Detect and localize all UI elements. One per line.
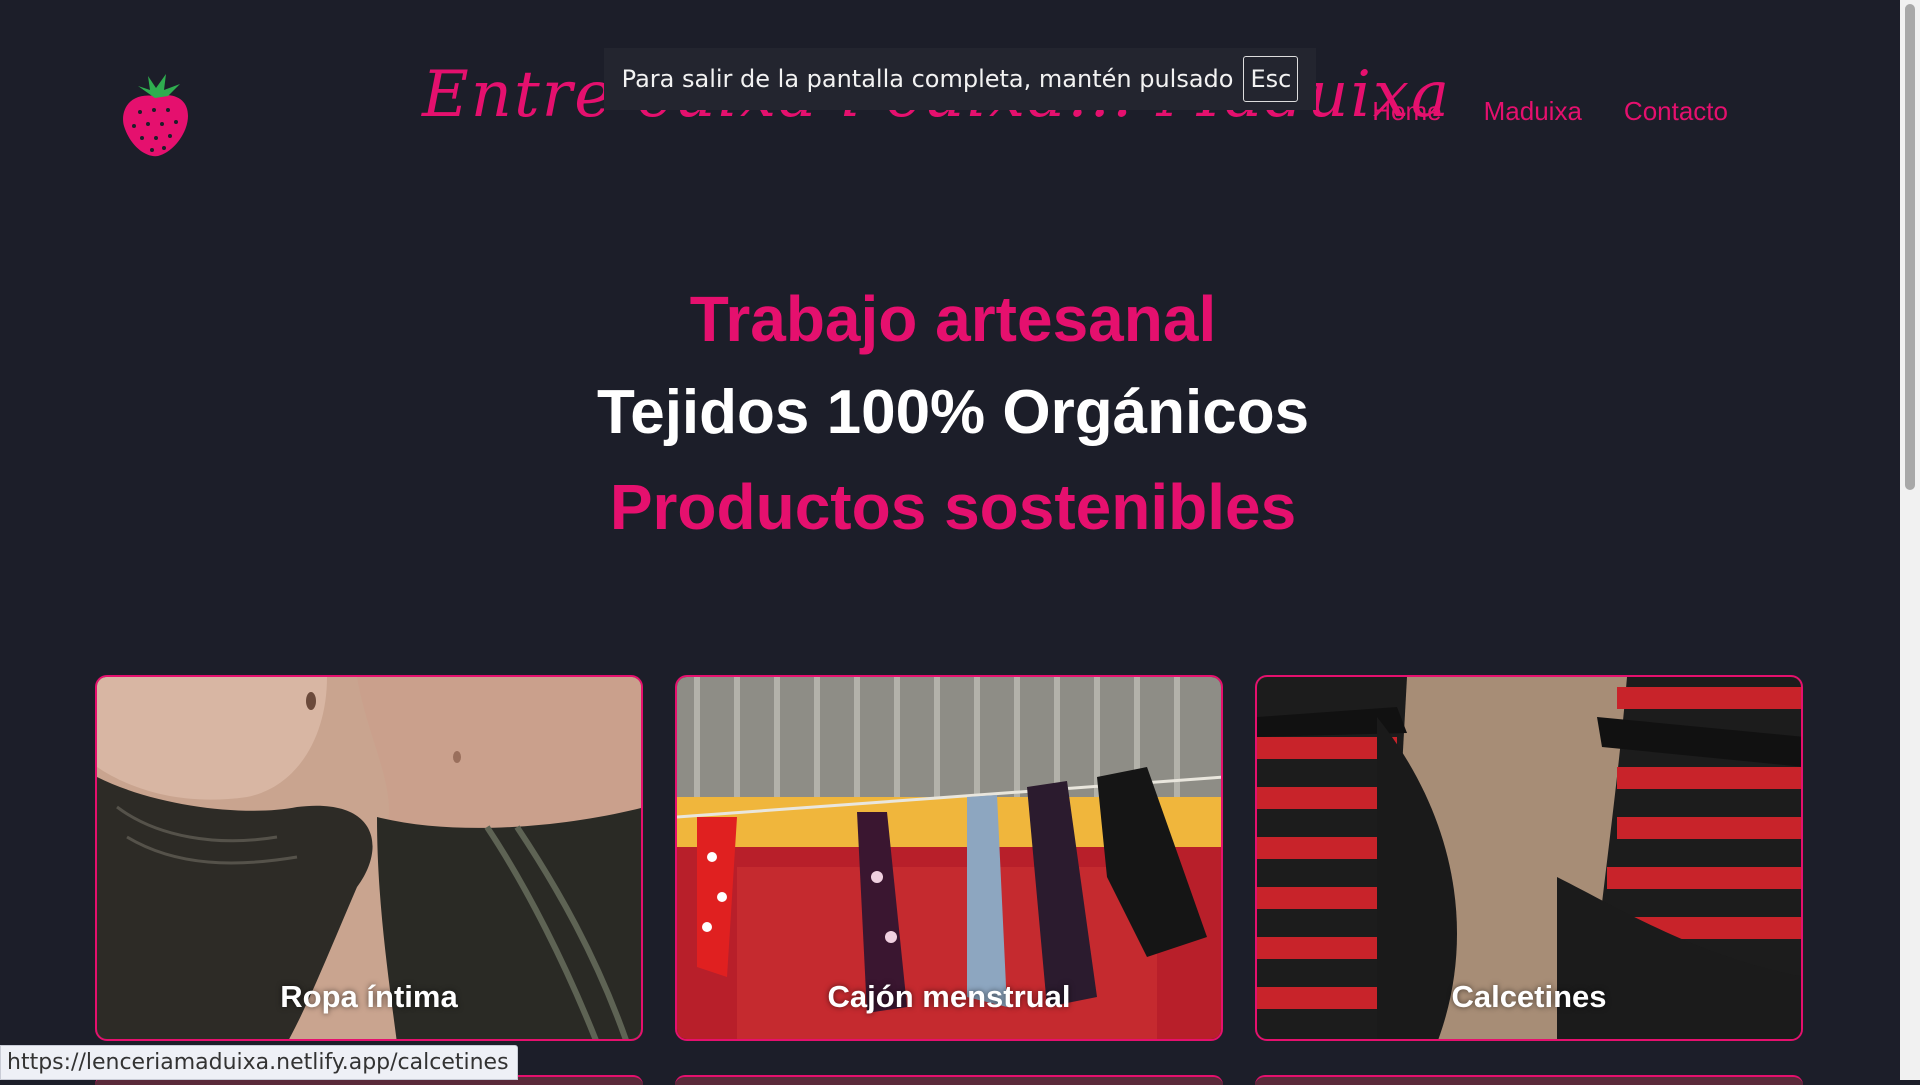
hero-line-3: Productos sostenibles <box>609 471 1297 543</box>
card-peek[interactable] <box>675 1075 1223 1085</box>
nav-contacto[interactable]: Contacto <box>1624 96 1728 127</box>
nav-maduixa[interactable]: Maduixa <box>1484 96 1582 127</box>
scrollbar-thumb[interactable] <box>1905 4 1915 490</box>
nav-home[interactable]: Home <box>1372 96 1441 127</box>
card-calcetines[interactable]: Calcetines <box>1255 675 1803 1041</box>
card-label: Calcetines <box>1451 979 1607 1014</box>
strawberry-icon[interactable] <box>118 66 192 158</box>
card-peek[interactable] <box>1255 1075 1803 1085</box>
main-nav: Home Maduixa Contacto <box>1372 96 1728 127</box>
hero-line-2: Tejidos 100% Orgánicos <box>596 378 1310 447</box>
fullscreen-notice: Para salir de la pantalla completa, mant… <box>604 48 1316 110</box>
esc-key-badge: Esc <box>1243 56 1299 102</box>
card-ropa-intima[interactable]: Ropa íntima <box>95 675 643 1041</box>
card-label: Ropa íntima <box>280 979 458 1014</box>
category-cards: Ropa íntima Cajón menstrual Calcetines <box>95 675 1803 1041</box>
link-status-bar: https://lenceriamaduixa.netlify.app/calc… <box>0 1045 518 1080</box>
card-label: Cajón menstrual <box>827 979 1071 1014</box>
hero-section: Trabajo artesanal Tejidos 100% Orgánicos… <box>0 272 1906 554</box>
page-scrollbar[interactable] <box>1900 0 1920 1080</box>
card-cajon-menstrual[interactable]: Cajón menstrual <box>675 675 1223 1041</box>
hero-line-1: Trabajo artesanal <box>689 283 1217 355</box>
fullscreen-notice-text: Para salir de la pantalla completa, mant… <box>621 65 1234 93</box>
